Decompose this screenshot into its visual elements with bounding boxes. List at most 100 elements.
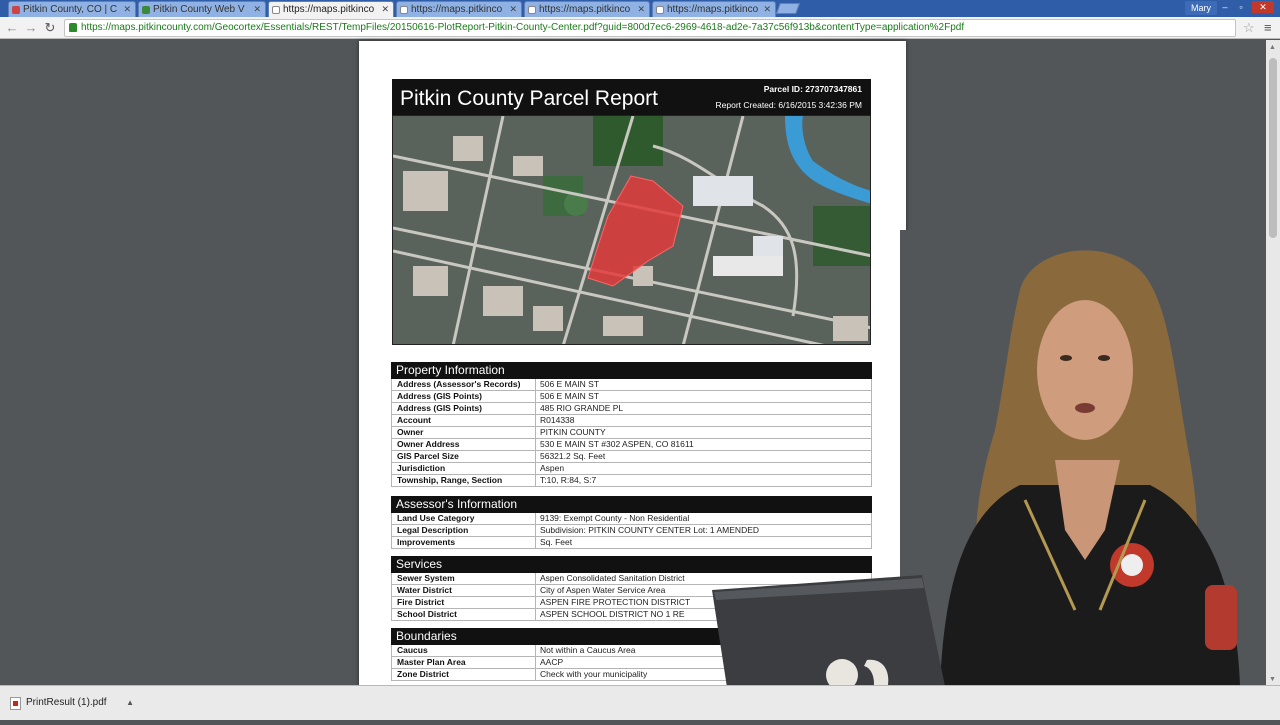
forward-icon[interactable]: → <box>23 20 39 36</box>
section-title: Property Information <box>391 362 872 379</box>
close-icon[interactable]: ✕ <box>637 4 645 15</box>
field-label: Zone District <box>392 669 536 680</box>
field-label: Address (GIS Points) <box>392 403 536 414</box>
aerial-map-image <box>393 116 870 344</box>
tab-label: https://maps.pitkinco <box>411 4 503 15</box>
tab-label: Pitkin County, CO | C <box>23 4 118 15</box>
scrollbar-thumb[interactable] <box>1269 58 1277 238</box>
reload-icon[interactable]: ↻ <box>42 20 58 36</box>
field-value: 530 E MAIN ST #302 ASPEN, CO 81611 <box>540 439 694 449</box>
report-created-date: Report Created: 6/16/2015 3:42:36 PM <box>715 100 862 110</box>
close-icon[interactable]: ✕ <box>253 4 261 15</box>
tab-pitkin-county[interactable]: Pitkin County, CO | C ✕ <box>8 1 136 17</box>
field-value: 506 E MAIN ST <box>540 379 600 389</box>
field-value: 9139: Exempt County - Non Residential <box>540 513 690 523</box>
table-row: GIS Parcel Size 56321.2 Sq. Feet <box>392 451 871 463</box>
field-label: Owner Address <box>392 439 536 450</box>
field-label: Water District <box>392 585 536 596</box>
download-shelf: PrintResult (1).pdf ▲ <box>0 685 1280 720</box>
document-icon <box>272 6 280 14</box>
table-row: Address (GIS Points) 506 E MAIN ST <box>392 391 871 403</box>
section-title: Assessor's Information <box>391 496 872 513</box>
field-value: 56321.2 Sq. Feet <box>540 451 606 461</box>
tab-report-pdf[interactable]: https://maps.pitkinco ✕ <box>268 1 394 17</box>
field-label: Caucus <box>392 645 536 656</box>
field-label: Township, Range, Section <box>392 475 536 486</box>
field-label: Improvements <box>392 537 536 548</box>
tab-label: https://maps.pitkinco <box>667 4 759 15</box>
pdf-icon <box>10 697 21 710</box>
field-label: Land Use Category <box>392 513 536 524</box>
tab-maps-2[interactable]: https://maps.pitkinco ✕ <box>396 1 522 17</box>
field-label: Legal Description <box>392 525 536 536</box>
table-row: Land Use Category 9139: Exempt County - N… <box>392 513 871 525</box>
section-assessors-information: Assessor's Information Land Use Category… <box>391 496 872 549</box>
tab-label: Pitkin County Web V <box>153 4 245 15</box>
tab-maps-3[interactable]: https://maps.pitkinco ✕ <box>524 1 650 17</box>
document-icon <box>656 6 664 14</box>
map-icon <box>142 6 150 14</box>
browser-toolbar: ← → ↻ https://maps.pitkincounty.com/Geoc… <box>0 17 1280 39</box>
table-row: Owner Address 530 E MAIN ST #302 ASPEN, C… <box>392 439 871 451</box>
close-icon[interactable]: ✕ <box>509 4 517 15</box>
field-label: Owner <box>392 427 536 438</box>
field-label: Master Plan Area <box>392 657 536 668</box>
download-item[interactable]: PrintResult (1).pdf ▲ <box>4 692 136 714</box>
bookmark-star-icon[interactable]: ☆ <box>1243 20 1255 36</box>
scroll-down-icon[interactable]: ▼ <box>1269 676 1276 683</box>
minimize-icon[interactable]: – <box>1218 1 1232 13</box>
document-icon <box>528 6 536 14</box>
field-label: Sewer System <box>392 573 536 584</box>
maximize-icon[interactable]: ▫ <box>1234 1 1248 13</box>
document-icon <box>400 6 408 14</box>
table-row: Account R014338 <box>392 415 871 427</box>
chevron-down-icon[interactable]: ▲ <box>126 692 134 714</box>
section-rows: Address (Assessor's Records) 506 E MAIN S… <box>391 379 872 487</box>
section-property-information: Property Information Address (Assessor's… <box>391 362 872 487</box>
tab-label: https://maps.pitkinco <box>283 4 375 15</box>
download-filename: PrintResult (1).pdf <box>26 697 107 708</box>
field-label: Jurisdiction <box>392 463 536 474</box>
tab-label: https://maps.pitkinco <box>539 4 631 15</box>
tab-web-viewer[interactable]: Pitkin County Web V ✕ <box>138 1 266 17</box>
address-bar[interactable]: https://maps.pitkincounty.com/Geocortex/… <box>64 19 1236 37</box>
field-label: Address (GIS Points) <box>392 391 536 402</box>
table-row: Jurisdiction Aspen <box>392 463 871 475</box>
table-row: Improvements Sq. Feet <box>392 537 871 549</box>
new-tab-button[interactable] <box>775 3 801 14</box>
field-value: 506 E MAIN ST <box>540 391 600 401</box>
tab-strip: Pitkin County, CO | C ✕ Pitkin County We… <box>0 0 1280 17</box>
field-label: GIS Parcel Size <box>392 451 536 462</box>
field-value: 485 RIO GRANDE PL <box>540 403 624 413</box>
url-text: https://maps.pitkincounty.com/Geocortex/… <box>81 22 965 33</box>
field-value: T:10, R:84, S:7 <box>540 475 597 485</box>
field-value: Sq. Feet <box>540 537 573 547</box>
field-value: Subdivision: PITKIN COUNTY CENTER Lot: 1… <box>540 525 760 535</box>
field-value: Aspen <box>540 463 565 473</box>
report-header: Pitkin County Parcel Report Parcel ID: 2… <box>392 79 871 115</box>
table-row: Address (Assessor's Records) 506 E MAIN S… <box>392 379 871 391</box>
table-row: Owner PITKIN COUNTY <box>392 427 871 439</box>
table-row: Township, Range, Section T:10, R:84, S:7 <box>392 475 871 487</box>
report-title: Pitkin County Parcel Report <box>400 87 658 110</box>
lock-icon <box>69 23 77 32</box>
close-icon[interactable]: ✕ <box>381 4 389 15</box>
field-label: School District <box>392 609 536 620</box>
vertical-scrollbar[interactable]: ▲ ▼ <box>1266 40 1280 685</box>
close-icon[interactable]: ✕ <box>763 4 771 15</box>
field-value: PITKIN COUNTY <box>540 427 606 437</box>
field-label: Fire District <box>392 597 536 608</box>
parcel-id: Parcel ID: 273707347861 <box>763 84 862 94</box>
profile-button[interactable]: Mary <box>1185 1 1217 15</box>
field-value: R014338 <box>540 415 575 425</box>
close-icon[interactable]: ✕ <box>123 4 131 15</box>
tab-maps-4[interactable]: https://maps.pitkinco ✕ <box>652 1 776 17</box>
table-row: Address (GIS Points) 485 RIO GRANDE PL <box>392 403 871 415</box>
scroll-up-icon[interactable]: ▲ <box>1269 44 1276 51</box>
section-rows: Land Use Category 9139: Exempt County - N… <box>391 513 872 549</box>
back-icon[interactable]: ← <box>4 20 20 36</box>
menu-icon[interactable]: ≡ <box>1264 20 1272 35</box>
field-label: Account <box>392 415 536 426</box>
table-row: Legal Description Subdivision: PITKIN COU… <box>392 525 871 537</box>
window-close-icon[interactable]: ✕ <box>1252 1 1274 13</box>
